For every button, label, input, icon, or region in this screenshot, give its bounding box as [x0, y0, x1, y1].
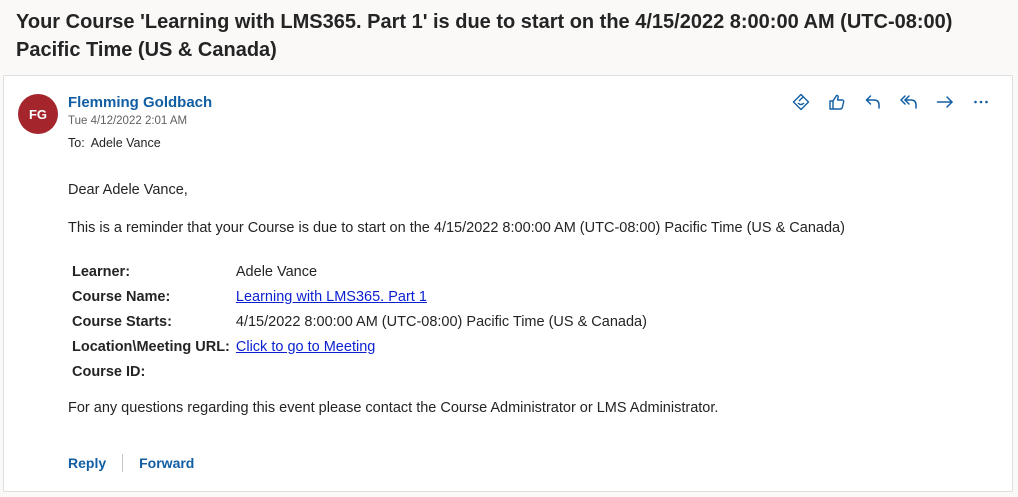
recipient-line: To: Adele Vance: [68, 136, 161, 150]
sticker-icon[interactable]: [788, 90, 814, 114]
footer-divider: [122, 454, 124, 472]
reply-icon[interactable]: [860, 90, 886, 114]
reply-all-icon[interactable]: [896, 90, 922, 114]
intro-text: This is a reminder that your Course is d…: [68, 220, 845, 236]
detail-row-location: Location\Meeting URL: Click to go to Mee…: [69, 334, 650, 359]
forward-icon[interactable]: [932, 90, 958, 114]
learner-label: Learner:: [72, 263, 131, 280]
course-name-label: Course Name:: [72, 288, 171, 305]
to-label: To:: [68, 136, 85, 150]
course-name-link[interactable]: Learning with LMS365. Part 1: [236, 289, 427, 305]
course-details-table: Learner: Adele Vance Course Name: Learni…: [69, 259, 650, 384]
sender-name[interactable]: Flemming Goldbach: [68, 94, 212, 111]
message-card: FG Flemming Goldbach Tue 4/12/2022 2:01 …: [3, 75, 1013, 492]
sent-date: Tue 4/12/2022 2:01 AM: [68, 115, 188, 127]
location-cell: Click to go to Meeting: [233, 334, 650, 359]
forward-button[interactable]: Forward: [139, 455, 194, 471]
course-starts-label: Course Starts:: [72, 313, 172, 330]
reply-button[interactable]: Reply: [68, 455, 106, 471]
email-subject: Your Course 'Learning with LMS365. Part …: [16, 11, 953, 61]
course-id-label: Course ID:: [72, 363, 146, 380]
message-actions: [788, 90, 994, 114]
detail-row-learner: Learner: Adele Vance: [69, 259, 650, 284]
course-starts-value: 4/15/2022 8:00:00 AM (UTC-08:00) Pacific…: [235, 313, 647, 330]
course-id-value: [233, 359, 650, 384]
meeting-link[interactable]: Click to go to Meeting: [236, 339, 375, 355]
greeting: Dear Adele Vance,: [68, 182, 188, 198]
course-name-cell: Learning with LMS365. Part 1: [233, 284, 650, 309]
like-icon[interactable]: [824, 90, 850, 114]
more-icon[interactable]: [968, 90, 994, 114]
footer-actions: Reply Forward: [68, 454, 194, 472]
learner-value: Adele Vance: [235, 263, 318, 280]
detail-row-course-starts: Course Starts: 4/15/2022 8:00:00 AM (UTC…: [69, 309, 650, 334]
location-label: Location\Meeting URL:: [72, 338, 230, 355]
closing-text: For any questions regarding this event p…: [68, 400, 719, 416]
detail-row-course-id: Course ID:: [69, 359, 650, 384]
detail-row-course-name: Course Name: Learning with LMS365. Part …: [69, 284, 650, 309]
recipient-name[interactable]: Adele Vance: [91, 136, 161, 150]
avatar[interactable]: FG: [18, 94, 58, 134]
